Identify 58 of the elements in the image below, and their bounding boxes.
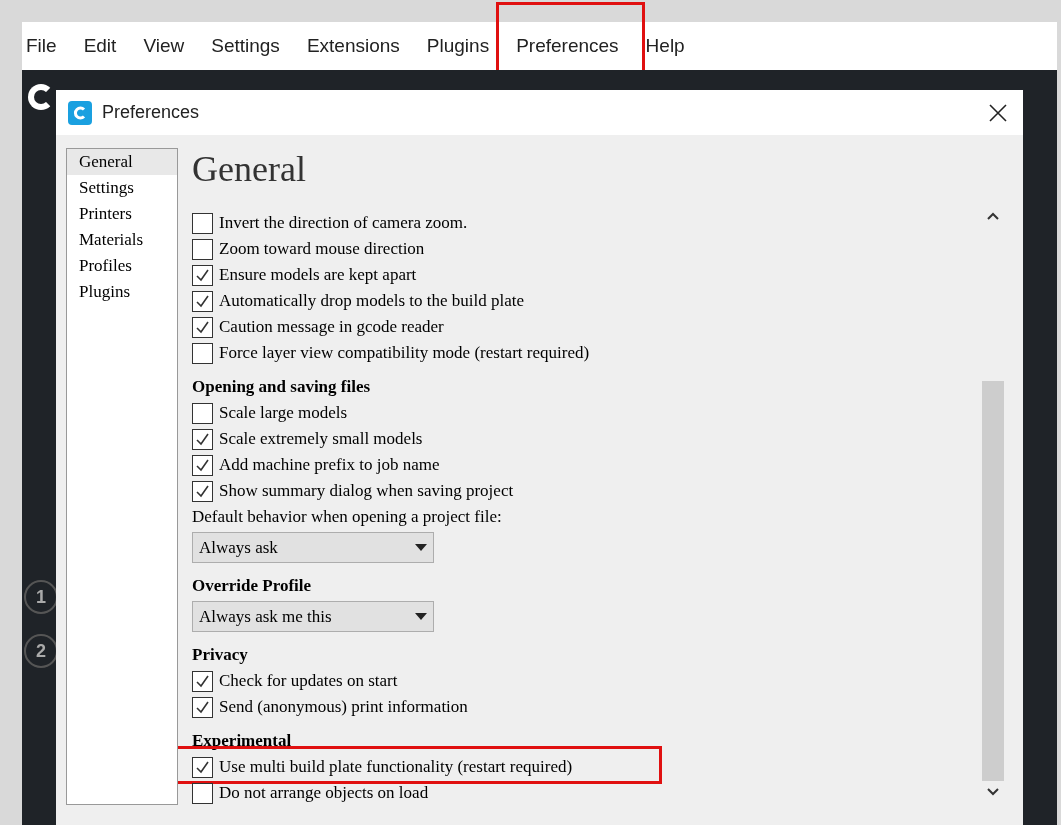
checkbox-label: Ensure models are kept apart [219, 264, 417, 287]
sidebar-item[interactable]: Materials [67, 227, 177, 253]
scroll-up-icon[interactable] [986, 211, 1000, 221]
menu-item[interactable]: Settings [211, 34, 280, 56]
dropdown[interactable]: Always ask [192, 532, 434, 563]
checkbox[interactable] [192, 480, 213, 502]
section-heading: Opening and saving files [192, 376, 372, 398]
menu-item[interactable]: Preferences [516, 34, 619, 56]
sidebar-item[interactable]: General [67, 149, 177, 175]
menu-item[interactable]: View [143, 34, 185, 56]
scroll-thumb[interactable] [982, 381, 1004, 781]
field-label: Default behavior when opening a project file: [192, 506, 503, 528]
menu-item[interactable]: Extensions [306, 34, 400, 56]
app-logo-icon [68, 100, 92, 125]
checkbox[interactable] [192, 428, 213, 450]
sidebar-item[interactable]: Plugins [67, 279, 177, 305]
checkbox-label: Invert the direction of camera zoom. [219, 212, 468, 235]
checkbox[interactable] [192, 342, 213, 364]
checkbox[interactable] [192, 696, 213, 718]
checkbox-label: Do not arrange objects on load [219, 782, 429, 805]
checkbox[interactable] [192, 238, 213, 260]
sidebar-item[interactable]: Settings [67, 175, 177, 201]
menu-item[interactable]: Plugins [426, 34, 490, 56]
checkbox-label: Zoom toward mouse direction [219, 238, 425, 261]
menu-item[interactable]: File [26, 34, 57, 56]
checkbox-label: Force layer view compatibility mode (restart required) [219, 342, 590, 365]
checkbox-label: Scale extremely small models [219, 428, 423, 451]
checkbox[interactable] [192, 212, 213, 234]
checkbox[interactable] [192, 782, 213, 804]
menu-item[interactable]: Edit [83, 34, 117, 56]
checkbox-label: Show summary dialog when saving project [219, 480, 514, 503]
sidebar-item[interactable]: Printers [67, 201, 177, 227]
section-heading: Privacy [192, 644, 249, 666]
section-heading: Override Profile [192, 575, 313, 597]
checkbox[interactable] [192, 316, 213, 338]
scroll-down-icon[interactable] [986, 787, 1000, 797]
section-heading: Experimental [192, 730, 293, 752]
checkbox-label: Add machine prefix to job name [219, 454, 440, 477]
page-heading: General [192, 148, 307, 190]
checkbox[interactable] [192, 290, 213, 312]
checkbox-label: Automatically drop models to the build plate [219, 290, 524, 313]
checkbox-label: Scale large models [219, 402, 348, 425]
dropdown[interactable]: Always ask me this [192, 601, 434, 632]
checkbox[interactable] [192, 756, 213, 778]
checkbox-label: Check for updates on start [219, 670, 398, 693]
checkbox[interactable] [192, 454, 213, 476]
dialog-title: Preferences [102, 101, 200, 124]
caret-icon [415, 613, 427, 620]
checkbox-label: Send (anonymous) print information [219, 696, 468, 719]
caret-icon [415, 544, 427, 551]
checkbox[interactable] [192, 670, 213, 692]
close-icon[interactable] [989, 103, 1007, 122]
checkbox-label: Caution message in gcode reader [219, 316, 444, 339]
sidebar-item[interactable]: Profiles [67, 253, 177, 279]
menu-item[interactable]: Help [645, 34, 685, 56]
checkbox[interactable] [192, 402, 213, 424]
checkbox[interactable] [192, 264, 213, 286]
checkbox-label: Use multi build plate functionality (restart required) [219, 756, 573, 779]
